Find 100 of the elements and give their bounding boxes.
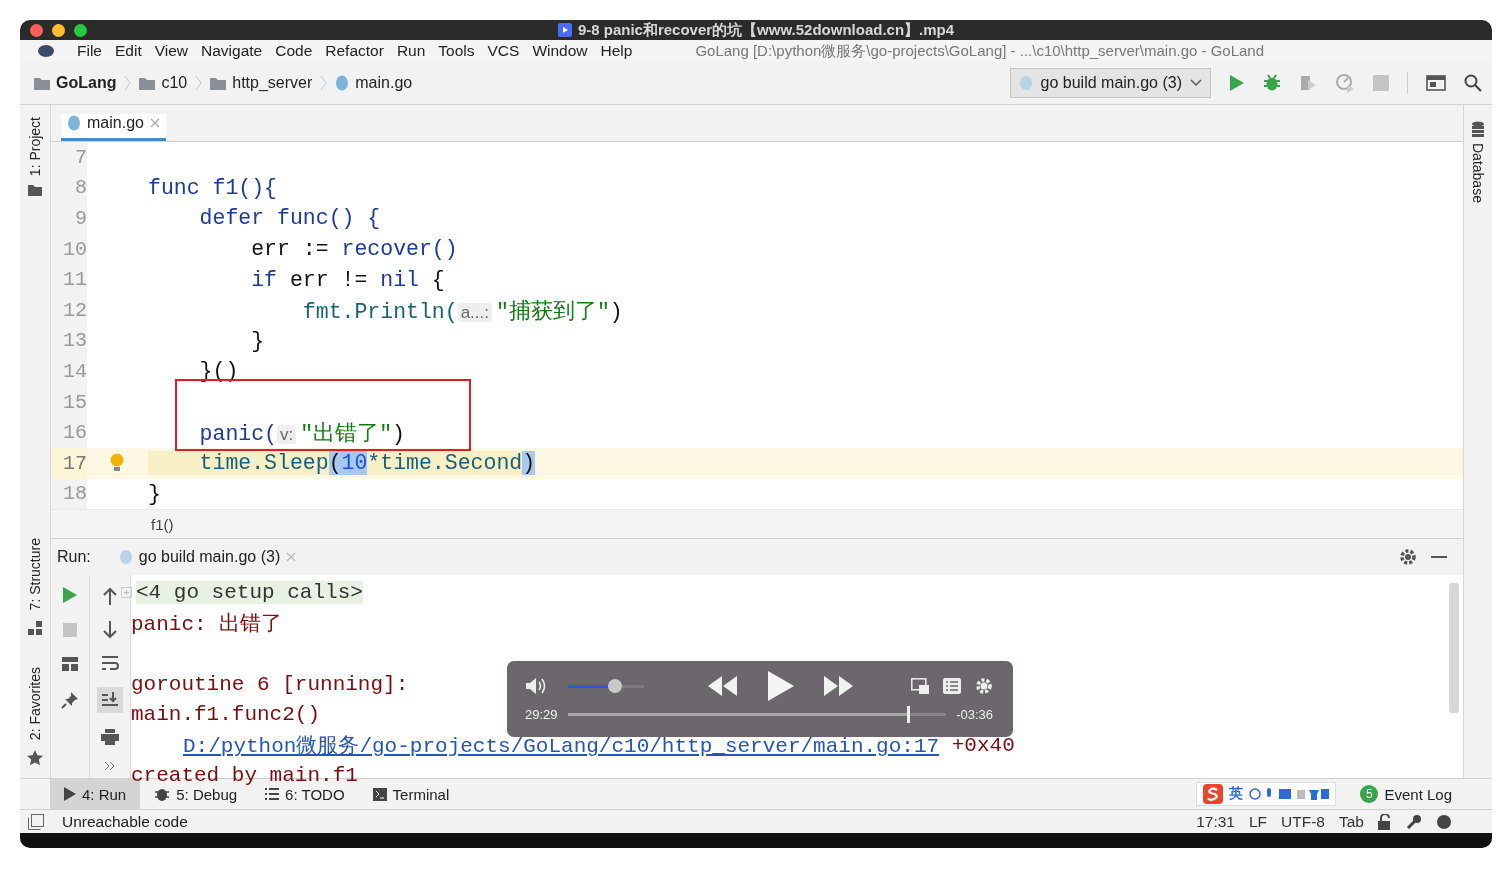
soft-wrap-icon[interactable]: [101, 655, 119, 672]
menu-item[interactable]: Help: [600, 42, 633, 60]
editor-tab[interactable]: main.go: [61, 114, 166, 141]
chevron-icon: [124, 75, 132, 91]
close-button[interactable]: [30, 24, 43, 37]
menu-item[interactable]: VCS: [487, 42, 520, 60]
zoom-button[interactable]: [74, 24, 87, 37]
breadcrumb[interactable]: main.go: [335, 74, 413, 92]
line-number: 15: [51, 386, 87, 418]
code-breadcrumb[interactable]: f1(): [151, 515, 174, 533]
volume-slider[interactable]: [568, 679, 644, 694]
menu-item[interactable]: File: [77, 42, 102, 60]
list-icon: [265, 788, 280, 800]
printer-icon[interactable]: [101, 729, 119, 746]
ime-mode[interactable]: 英: [1229, 785, 1244, 803]
volume-icon[interactable]: [525, 677, 547, 696]
breadcrumb[interactable]: c10: [139, 74, 188, 92]
folder-icon: [139, 76, 156, 90]
bug-icon[interactable]: [1263, 74, 1281, 92]
code-line: if err != nil {: [250, 267, 445, 292]
file-link[interactable]: D:/python微服务/go-projects/GoLang/c10/http_server/main.go:17: [183, 731, 940, 760]
code-line: defer func() {: [198, 206, 381, 231]
window-layout-icon[interactable]: [1426, 75, 1446, 91]
console-line: goroutine 6 [running]:: [131, 672, 409, 696]
settings-icon[interactable]: [975, 677, 993, 696]
folder-icon: [28, 184, 42, 197]
console-line: panic: 出错了: [131, 611, 283, 637]
menu-item[interactable]: Refactor: [325, 42, 384, 60]
list-icon[interactable]: [943, 678, 961, 695]
breadcrumb[interactable]: GoLang: [34, 74, 117, 92]
tool-window-tab[interactable]: 7: Structure: [27, 538, 43, 611]
layout-icon[interactable]: [62, 657, 78, 672]
line-number: 14: [51, 356, 87, 387]
line-number: 12: [51, 294, 87, 326]
line-number: 11: [51, 264, 87, 295]
tool-window-tab[interactable]: 2: Favorites: [27, 666, 43, 740]
console-line: main.f1.func2(): [131, 703, 321, 727]
line-number: 8: [51, 172, 87, 204]
breadcrumb[interactable]: http_server: [210, 74, 313, 92]
status-message: Unreachable code: [62, 812, 188, 831]
code-line: time.Sleep(10*time.Second): [148, 451, 536, 476]
menu-item[interactable]: Code: [275, 42, 313, 60]
play-icon[interactable]: [768, 671, 794, 702]
picture-in-picture-icon[interactable]: [911, 678, 929, 695]
lightbulb-icon[interactable]: [110, 453, 124, 474]
code-line: }: [148, 481, 161, 506]
status-toggle-icon[interactable]: [28, 813, 44, 830]
window-title: 9-8 panic和recover的坑【www.52download.cn】.mp4: [577, 20, 955, 40]
tool-window-tab[interactable]: Database: [1470, 143, 1486, 203]
ime-toolbar-icon[interactable]: [1249, 787, 1330, 801]
menu-item[interactable]: Tools: [438, 42, 475, 60]
pin-icon[interactable]: [61, 691, 79, 710]
minimize-button[interactable]: [52, 24, 65, 37]
chevron-icon: [195, 75, 203, 91]
event-log-button[interactable]: 5 Event Log: [1360, 785, 1492, 803]
status-item[interactable]: Tab: [1339, 812, 1364, 831]
tool-window-tab[interactable]: Terminal: [358, 779, 464, 809]
line-number: 7: [51, 142, 87, 173]
ide-title: GoLang [D:\python微服务\go-projects\GoLang] - ...\c10\http_server\main.go - GoLand: [695, 41, 1265, 61]
run-configuration-dropdown[interactable]: go build main.go (3): [1009, 68, 1211, 98]
unlock-icon[interactable]: [1378, 813, 1392, 830]
fast-forward-icon[interactable]: [824, 676, 854, 697]
structure-icon: [28, 620, 42, 635]
caret-icon: [1190, 79, 1202, 87]
menu-item[interactable]: View: [154, 42, 189, 60]
menu-item[interactable]: Run: [396, 42, 426, 60]
status-item[interactable]: UTF-8: [1281, 812, 1325, 831]
app-logo-icon: [38, 45, 54, 57]
star-icon: [27, 750, 43, 766]
folded-calls[interactable]: <4 go setup calls>: [136, 580, 363, 604]
rerun-icon[interactable]: [63, 587, 77, 604]
event-count-badge: 5: [1360, 785, 1379, 803]
line-number: 18: [51, 478, 87, 510]
menu-item[interactable]: Navigate: [201, 42, 263, 60]
status-item[interactable]: 17:31: [1196, 812, 1235, 831]
settings-icon[interactable]: [1399, 548, 1417, 567]
arrow-down-icon[interactable]: [103, 621, 117, 640]
code-line: func f1(){: [148, 175, 278, 200]
run-tab[interactable]: go build main.go (3): [104, 548, 297, 567]
database-icon: [1471, 121, 1485, 137]
chevron-icon: [320, 75, 328, 91]
scroll-to-end-icon[interactable]: [97, 687, 123, 714]
rewind-icon[interactable]: [708, 676, 738, 697]
code-line: panic(v: "出错了"): [198, 421, 405, 448]
line-number: 10: [51, 233, 87, 265]
remaining-time: -03:36: [956, 706, 993, 722]
scrollbar-thumb[interactable]: [1449, 583, 1459, 714]
run-icon[interactable]: [1229, 74, 1245, 92]
tool-window-tab[interactable]: 1: Project: [27, 117, 43, 177]
console-line: +0x40: [950, 733, 1015, 757]
video-file-icon: [557, 23, 572, 37]
play-icon: [64, 787, 76, 801]
menu-item[interactable]: Window: [532, 42, 588, 60]
menu-item[interactable]: Edit: [115, 42, 142, 60]
more-icon[interactable]: [104, 761, 116, 772]
folder-icon: [210, 76, 227, 90]
status-item[interactable]: LF: [1249, 812, 1268, 831]
arrow-up-icon[interactable]: [103, 587, 117, 606]
bug-icon: [154, 786, 171, 802]
search-icon[interactable]: [1464, 74, 1482, 92]
